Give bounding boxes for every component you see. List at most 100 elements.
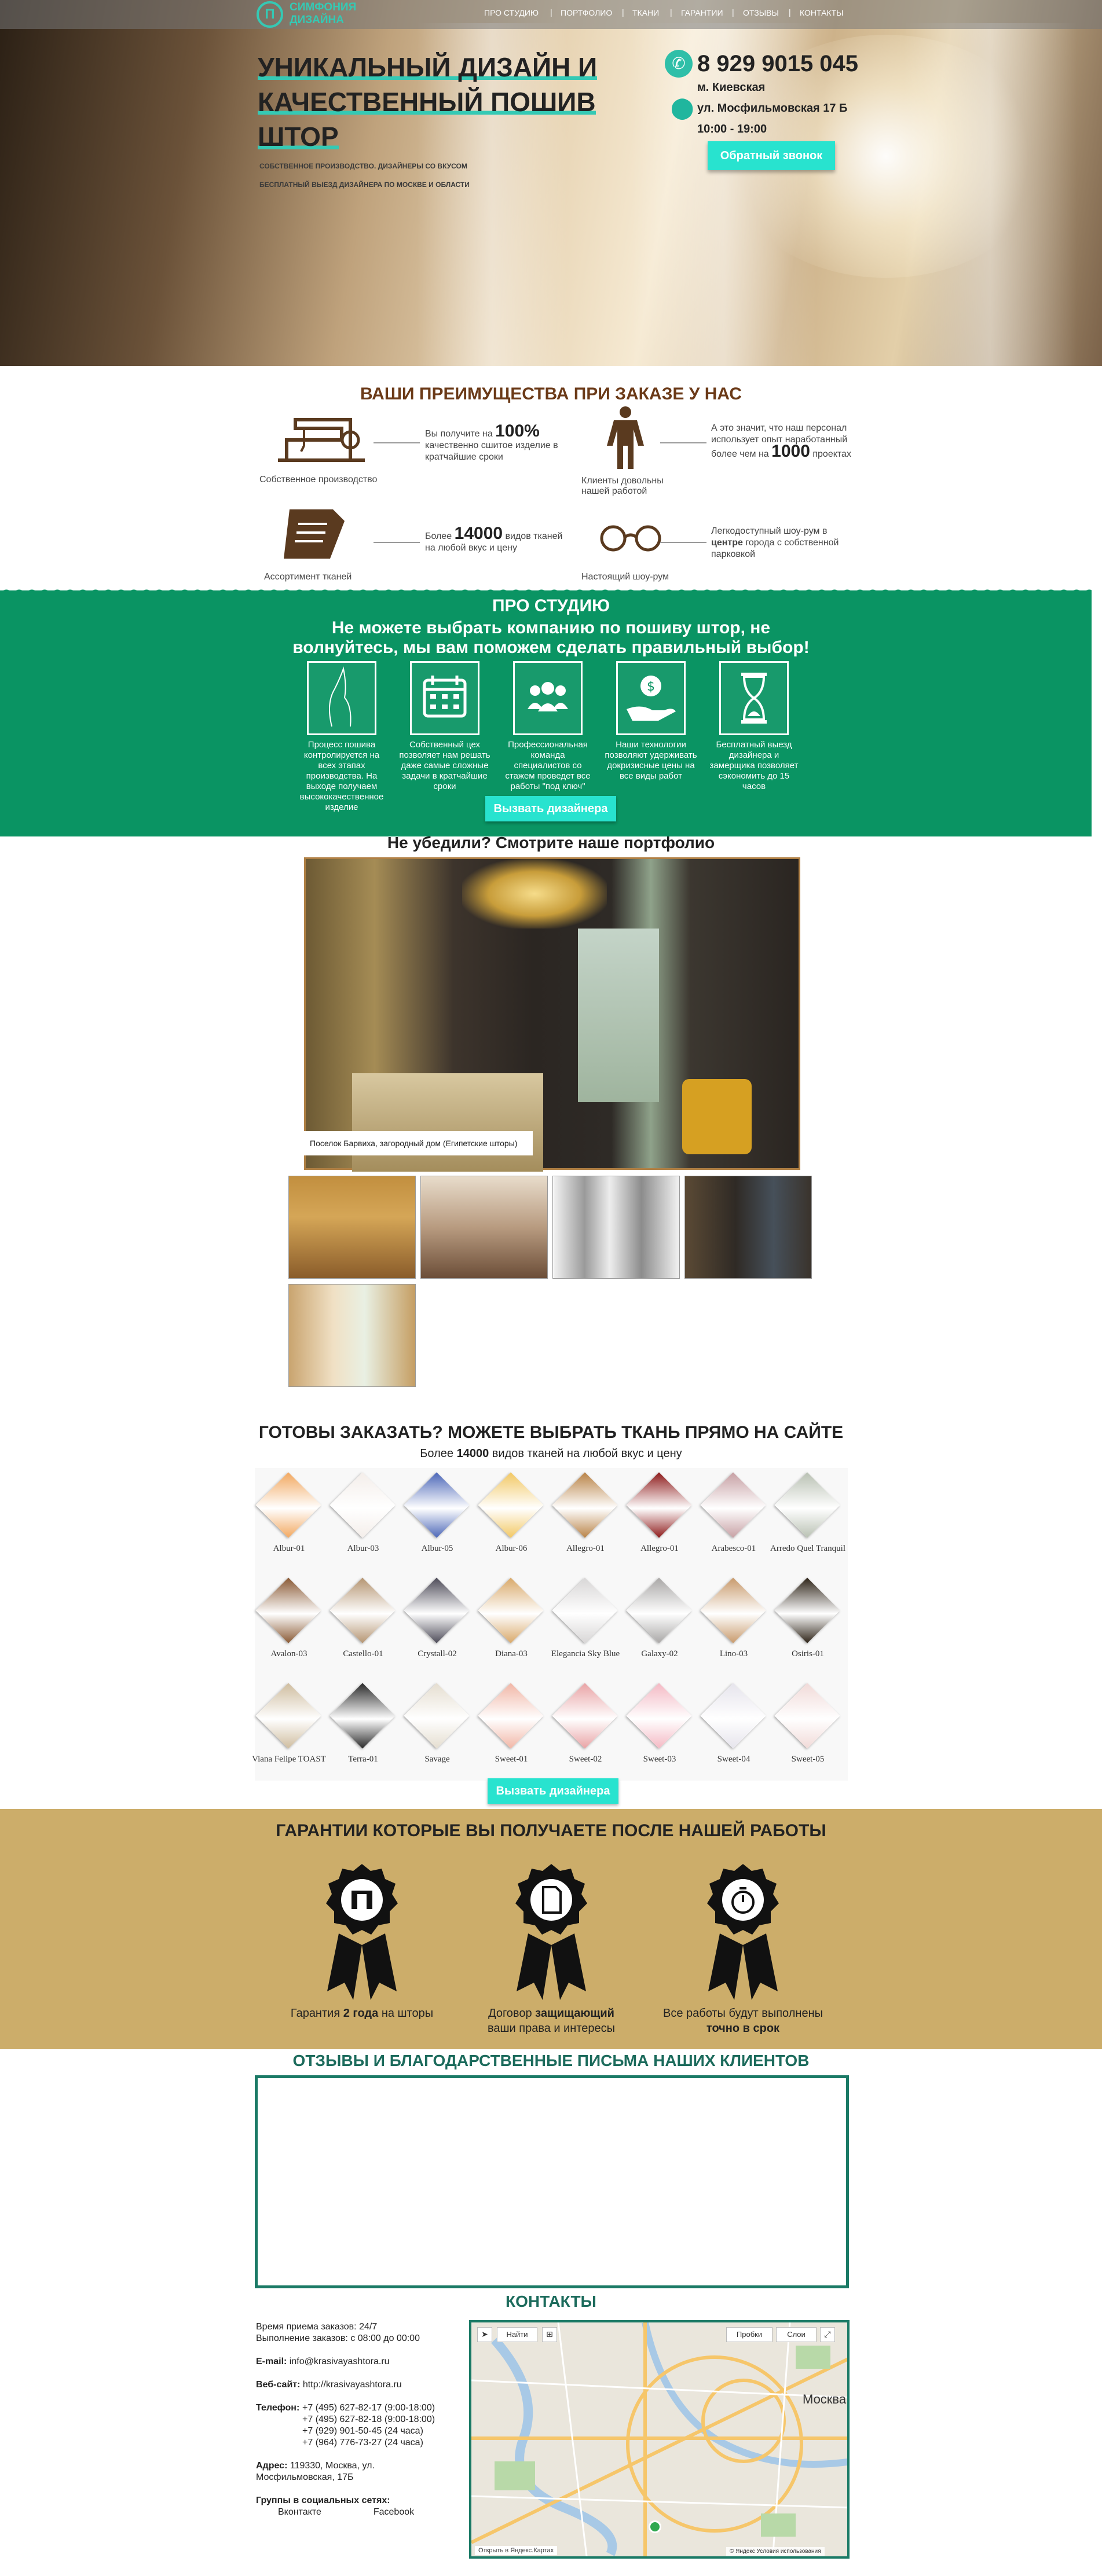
logo-text[interactable]: Симфония дизайна xyxy=(290,1,356,27)
website-label: Веб-сайт: xyxy=(256,2380,301,2390)
money-hand-icon: $ xyxy=(627,676,676,721)
nav-item-reviews[interactable]: ОТЗЫВЫ xyxy=(743,8,779,17)
hero-title: УНИКАЛЬНЫЙ ДИЗАЙН И КАЧЕСТВЕННЫЙ ПОШИВ Ш… xyxy=(258,50,617,154)
advantage-text: Более 14000 видов тканей на любой вкус и… xyxy=(425,525,570,554)
portfolio-title: Не убедили? Смотрите наше портфолио xyxy=(387,834,715,852)
fabric-swatch[interactable] xyxy=(404,1577,470,1643)
yandex-map[interactable]: ➤ Найти ⊞ Пробки Слои ⤢ Москва Открыть в… xyxy=(469,2320,850,2559)
nav-item-fabrics[interactable]: ТКАНИ xyxy=(632,8,659,17)
about-item-text: Собственный цех позволяет нам решать даж… xyxy=(399,740,490,791)
fabrics-subtitle-part: Более xyxy=(420,1447,454,1460)
about-title: ПРО СТУДИЮ xyxy=(492,596,610,615)
call-designer-button[interactable]: Вызвать дизайнера xyxy=(488,1778,618,1804)
fullscreen-icon[interactable]: ⤢ xyxy=(820,2327,835,2342)
fabric-swatch[interactable] xyxy=(700,1472,766,1538)
fabric-swatch[interactable] xyxy=(329,1577,396,1643)
portfolio-thumbnail[interactable] xyxy=(684,1176,812,1279)
fabrics-subtitle: Более 14000 видов тканей на любой вкус и… xyxy=(0,1447,1102,1461)
work-time: Выполнение заказов: с 08:00 до 00:00 xyxy=(256,2333,420,2343)
hourglass-icon xyxy=(741,673,767,724)
portfolio-main-image[interactable] xyxy=(304,857,800,1172)
guarantee-text-part: Гарантия xyxy=(290,2007,341,2020)
fabric-swatch[interactable] xyxy=(255,1472,321,1538)
nav-divider: | xyxy=(550,8,552,17)
guarantee-text-part: Все работы будут выполнены xyxy=(662,2007,823,2020)
portfolio-thumbnail[interactable] xyxy=(288,1284,416,1387)
ruler-icon[interactable]: ⊞ xyxy=(542,2327,557,2342)
fabric-swatch[interactable] xyxy=(478,1683,544,1749)
guarantee-text: Гарантия 2 года на шторы xyxy=(269,2006,455,2021)
facebook-link[interactable]: Facebook xyxy=(374,2507,414,2518)
fabric-swatch[interactable] xyxy=(255,1683,321,1749)
map-marker-icon[interactable] xyxy=(649,2520,661,2533)
traffic-button[interactable]: Пробки xyxy=(726,2327,773,2342)
social-label: Группы в социальных сетях: xyxy=(256,2496,390,2505)
advantage-text: Легкодоступный шоу-рум в центре города с… xyxy=(711,526,853,560)
about-item-box xyxy=(719,661,789,735)
logo-icon[interactable]: П xyxy=(257,1,283,28)
fabric-swatch[interactable] xyxy=(329,1472,396,1538)
hero-phone[interactable]: 8 929 9015 045 xyxy=(697,51,858,77)
fabric-swatch[interactable] xyxy=(626,1683,692,1749)
hero-subtitle: СОБСТВЕННОЕ ПРОИЗВОДСТВО. ДИЗАЙНЕРЫ СО В… xyxy=(259,162,467,170)
website-link[interactable]: http://krasivayashtora.ru xyxy=(303,2380,402,2390)
guarantee-text-part: на шторы xyxy=(381,2007,434,2020)
location-pin-icon: ⬤ xyxy=(671,96,694,120)
call-designer-button[interactable]: Вызвать дизайнера xyxy=(485,796,616,821)
fabric-swatch[interactable] xyxy=(626,1472,692,1538)
fabrics-count: 14000 xyxy=(456,1447,489,1460)
email-link[interactable]: info@krasivayashtora.ru xyxy=(290,2357,390,2366)
about-item-text: Бесплатный выезд дизайнера и замерщика п… xyxy=(709,740,799,791)
fabric-swatch[interactable] xyxy=(552,1472,618,1538)
fabric-swatch[interactable] xyxy=(552,1577,618,1643)
map-search-button[interactable]: Найти xyxy=(497,2327,537,2342)
phone-number[interactable]: +7 (495) 627-82-17 (9:00-18:00) xyxy=(302,2402,435,2414)
fabric-swatch[interactable] xyxy=(478,1577,544,1643)
advantage-text-part: Легкодоступный шоу-рум в xyxy=(711,526,828,536)
callback-button[interactable]: Обратный звонок xyxy=(708,141,835,170)
logo-line: дизайна xyxy=(290,14,344,26)
vkontakte-link[interactable]: Вконтакте xyxy=(278,2507,321,2518)
phone-number[interactable]: +7 (495) 627-82-18 (9:00-18:00) xyxy=(302,2414,435,2425)
fabric-swatch[interactable] xyxy=(700,1683,766,1749)
window xyxy=(578,929,659,1102)
bed xyxy=(352,1073,543,1172)
fabric-swatch[interactable] xyxy=(478,1472,544,1538)
fabric-swatch[interactable] xyxy=(774,1683,840,1749)
fabric-swatch[interactable] xyxy=(255,1577,321,1643)
arrow-icon xyxy=(374,442,420,443)
fabric-swatch[interactable] xyxy=(774,1472,840,1538)
email-label: E-mail: xyxy=(256,2357,287,2366)
contacts-info: Время приема заказов: 24/7 Выполнение за… xyxy=(256,2321,453,2518)
about-item-box: $ xyxy=(616,661,686,735)
nav-item-contacts[interactable]: КОНТАКТЫ xyxy=(800,8,844,17)
portfolio-thumbnail[interactable] xyxy=(288,1176,416,1279)
phone-number[interactable]: +7 (929) 901-50-45 (24 часа) xyxy=(302,2425,435,2437)
about-item-box xyxy=(307,661,376,735)
fabric-swatch[interactable] xyxy=(404,1472,470,1538)
nav-item-guarantees[interactable]: ГАРАНТИИ xyxy=(681,8,723,17)
portfolio-thumbnail[interactable] xyxy=(420,1176,548,1279)
fabric-swatch[interactable] xyxy=(404,1683,470,1749)
phone-number[interactable]: +7 (964) 776-73-27 (24 часа) xyxy=(302,2437,435,2449)
fabric-swatch[interactable] xyxy=(329,1683,396,1749)
nav-item-portfolio[interactable]: ПОРТФОЛИО xyxy=(561,8,612,17)
fabric-swatch[interactable] xyxy=(700,1577,766,1643)
hero-hours: 10:00 - 19:00 xyxy=(697,123,767,135)
fabric-swatch[interactable] xyxy=(552,1683,618,1749)
nav-item-about[interactable]: ПРО СТУДИЮ xyxy=(484,8,539,17)
chandelier xyxy=(462,859,607,929)
portfolio-thumbnail[interactable] xyxy=(552,1176,680,1279)
advantage-number: 1000 xyxy=(771,442,810,461)
advantage-text: А это значит, что наш персонал используе… xyxy=(711,423,853,460)
advantage-caption: Клиенты довольны нашей работой xyxy=(581,476,664,496)
open-in-yandex-link[interactable]: Открыть в Яндекс.Картах xyxy=(475,2546,558,2555)
layers-button[interactable]: Слои xyxy=(776,2327,817,2342)
fabric-swatch[interactable] xyxy=(774,1577,840,1643)
advantage-text-part: качественно сшитое изделие в кратчайшие … xyxy=(425,441,558,462)
advantage-caption: Настоящий шоу-рум xyxy=(581,572,669,582)
fabric-swatch[interactable] xyxy=(626,1577,692,1643)
map-copyright: © Яндекс Условия использования xyxy=(726,2547,825,2556)
geolocation-icon[interactable]: ➤ xyxy=(477,2327,492,2342)
logo-line: Симфония xyxy=(290,1,357,13)
